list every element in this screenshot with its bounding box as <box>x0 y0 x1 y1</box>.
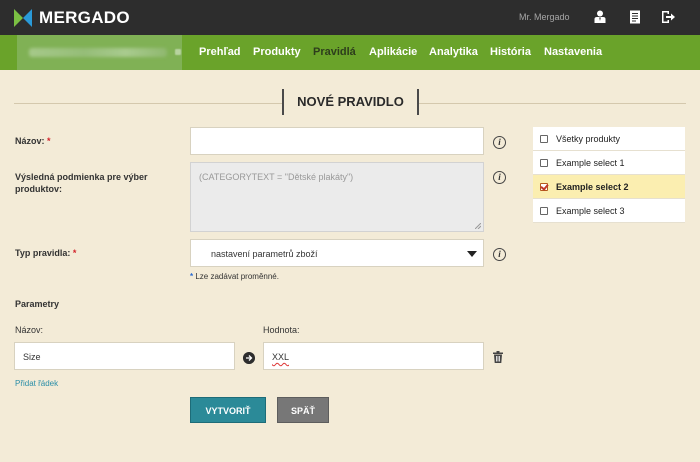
select-item-label: Example select 3 <box>556 206 625 216</box>
shop-name-blurred <box>29 48 167 57</box>
select-item-3[interactable]: Example select 3 <box>533 199 685 223</box>
nav-item-aplikacie[interactable]: Aplikácie <box>369 46 417 58</box>
select-item-label: Example select 1 <box>556 158 625 168</box>
rule-name-input[interactable] <box>190 127 484 155</box>
required-mark: * <box>47 136 51 146</box>
user-name[interactable]: Mr. Mergado <box>519 12 570 22</box>
top-bar: MERGADO Mr. Mergado <box>0 0 700 35</box>
nav-item-prehlad[interactable]: Prehľad <box>199 46 241 58</box>
select-item-label: Všetky produkty <box>556 134 621 144</box>
trash-icon[interactable] <box>493 351 503 363</box>
logout-icon[interactable] <box>660 9 676 25</box>
checkbox[interactable] <box>540 207 548 215</box>
nav-item-pravidla[interactable]: Pravidlá <box>313 46 356 58</box>
select-item-1[interactable]: Example select 1 <box>533 151 685 175</box>
dropdown-arrow-icon <box>467 251 477 257</box>
param-value-input[interactable]: XXL <box>263 342 484 370</box>
select-item-2[interactable]: Example select 2 <box>533 175 685 199</box>
title-divider-left <box>14 103 282 104</box>
hint-star: * <box>190 272 194 281</box>
rule-type-select[interactable]: nastavení parametrů zboží <box>190 239 484 267</box>
create-button[interactable]: VYTVORIŤ <box>190 397 266 423</box>
rule-type-value: nastavení parametrů zboží <box>211 249 318 259</box>
nav-item-nastavenia[interactable]: Nastavenia <box>544 46 602 58</box>
info-icon[interactable]: i <box>493 136 506 149</box>
param-name-value: Size <box>23 352 41 362</box>
condition-label: Výsledná podmienka pre výber produktov: <box>15 172 148 194</box>
resize-grip-icon[interactable] <box>475 223 481 229</box>
checkbox[interactable] <box>540 135 548 143</box>
shop-selector[interactable] <box>17 35 182 70</box>
nav-item-produkty[interactable]: Produkty <box>253 46 301 58</box>
users-icon[interactable] <box>592 9 608 25</box>
checkbox-checked[interactable] <box>540 183 548 191</box>
param-value-value: XXL <box>272 352 290 362</box>
add-row-link[interactable]: Přidat řádek <box>15 379 58 388</box>
main-navigation: Prehľad Produkty Pravidlá Aplikácie Anal… <box>0 35 700 70</box>
select-item-all[interactable]: Všetky produkty <box>533 127 685 151</box>
hint-text: Lze zadávat proměnné. <box>195 272 279 281</box>
checkbox[interactable] <box>540 159 548 167</box>
nav-item-historia[interactable]: História <box>490 46 531 58</box>
title-divider-right <box>419 103 686 104</box>
type-label-text: Typ pravidla: <box>15 248 71 258</box>
condition-textarea: (CATEGORYTEXT = "Dětské plakáty") <box>190 162 484 232</box>
page-title: NOVÉ PRAVIDLO <box>282 89 419 115</box>
param-name-label: Názov: <box>15 325 44 335</box>
variables-hint: * Lze zadávat proměnné. <box>190 272 279 281</box>
nav-item-analytika[interactable]: Analytika <box>429 46 478 58</box>
name-label-text: Názov: <box>15 136 45 146</box>
name-label: Názov: * <box>15 135 51 147</box>
arrow-right-icon <box>243 352 255 364</box>
mergado-logo-icon[interactable] <box>14 9 32 27</box>
document-icon[interactable] <box>627 9 643 25</box>
parameters-heading: Parametry <box>15 299 60 309</box>
param-value-label: Hodnota: <box>263 325 300 335</box>
select-item-label: Example select 2 <box>556 182 629 192</box>
brand-name[interactable]: MERGADO <box>39 8 130 28</box>
condition-value: (CATEGORYTEXT = "Dětské plakáty") <box>199 172 354 182</box>
type-label: Typ pravidla: * <box>15 247 76 259</box>
chevron-down-icon <box>175 49 181 55</box>
product-select-list: Všetky produkty Example select 1 Example… <box>533 127 685 223</box>
param-name-input[interactable]: Size <box>14 342 235 370</box>
info-icon[interactable]: i <box>493 171 506 184</box>
required-mark: * <box>72 248 77 258</box>
back-button[interactable]: SPÄŤ <box>277 397 329 423</box>
info-icon[interactable]: i <box>493 248 506 261</box>
